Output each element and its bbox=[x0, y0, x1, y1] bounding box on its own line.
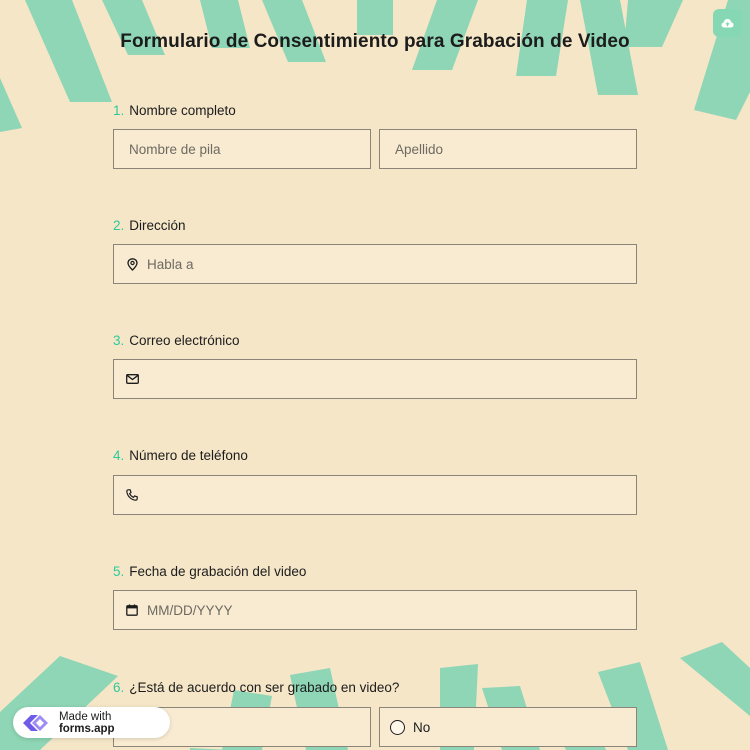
consent-option-no[interactable]: No bbox=[379, 707, 637, 747]
question-number: 5. bbox=[113, 564, 125, 579]
question-text: Número de teléfono bbox=[129, 448, 248, 463]
question-text: Dirección bbox=[129, 218, 186, 233]
email-input[interactable] bbox=[113, 359, 637, 399]
question-number: 2. bbox=[113, 218, 125, 233]
question-text: ¿Está de acuerdo con ser grabado en vide… bbox=[129, 680, 400, 695]
question-label-phone: 4. Número de teléfono bbox=[113, 448, 248, 463]
question-label-address: 2. Dirección bbox=[113, 218, 186, 233]
first-name-input[interactable]: Nombre de pila bbox=[113, 129, 371, 169]
question-label-consent: 6. ¿Está de acuerdo con ser grabado en vi… bbox=[113, 680, 399, 695]
last-name-input[interactable]: Apellido bbox=[379, 129, 637, 169]
address-placeholder: Habla a bbox=[147, 256, 194, 272]
forms-app-logo-icon bbox=[22, 714, 48, 731]
calendar-icon bbox=[125, 603, 139, 617]
question-label-full-name: 1. Nombre completo bbox=[113, 103, 236, 118]
made-with-badge[interactable]: Made with forms.app bbox=[13, 707, 170, 738]
address-input[interactable]: Habla a bbox=[113, 244, 637, 284]
badge-text: Made with forms.app bbox=[59, 711, 170, 735]
phone-icon bbox=[125, 488, 139, 502]
form-title: Formulario de Consentimiento para Grabac… bbox=[120, 31, 630, 52]
envelope-icon bbox=[125, 372, 139, 386]
question-label-email: 3. Correo electrónico bbox=[113, 333, 240, 348]
option-label: No bbox=[413, 719, 431, 735]
question-text: Nombre completo bbox=[129, 103, 236, 118]
recording-date-placeholder: MM/DD/YYYY bbox=[147, 602, 233, 618]
question-number: 6. bbox=[113, 680, 125, 695]
question-text: Fecha de grabación del video bbox=[129, 564, 307, 579]
phone-input[interactable] bbox=[113, 475, 637, 515]
map-pin-icon bbox=[125, 257, 139, 271]
question-number: 3. bbox=[113, 333, 125, 348]
question-number: 1. bbox=[113, 103, 125, 118]
question-label-recording-date: 5. Fecha de grabación del video bbox=[113, 564, 306, 579]
question-text: Correo electrónico bbox=[129, 333, 240, 348]
question-number: 4. bbox=[113, 448, 125, 463]
cloud-upload-icon bbox=[721, 18, 734, 27]
cloud-upload-button[interactable] bbox=[713, 9, 742, 37]
first-name-placeholder: Nombre de pila bbox=[129, 141, 221, 157]
radio-button[interactable] bbox=[390, 719, 405, 735]
badge-brand: forms.app bbox=[58, 722, 115, 735]
recording-date-input[interactable]: MM/DD/YYYY bbox=[113, 590, 637, 630]
last-name-placeholder: Apellido bbox=[395, 141, 444, 157]
badge-prefix: Made with bbox=[58, 710, 112, 723]
